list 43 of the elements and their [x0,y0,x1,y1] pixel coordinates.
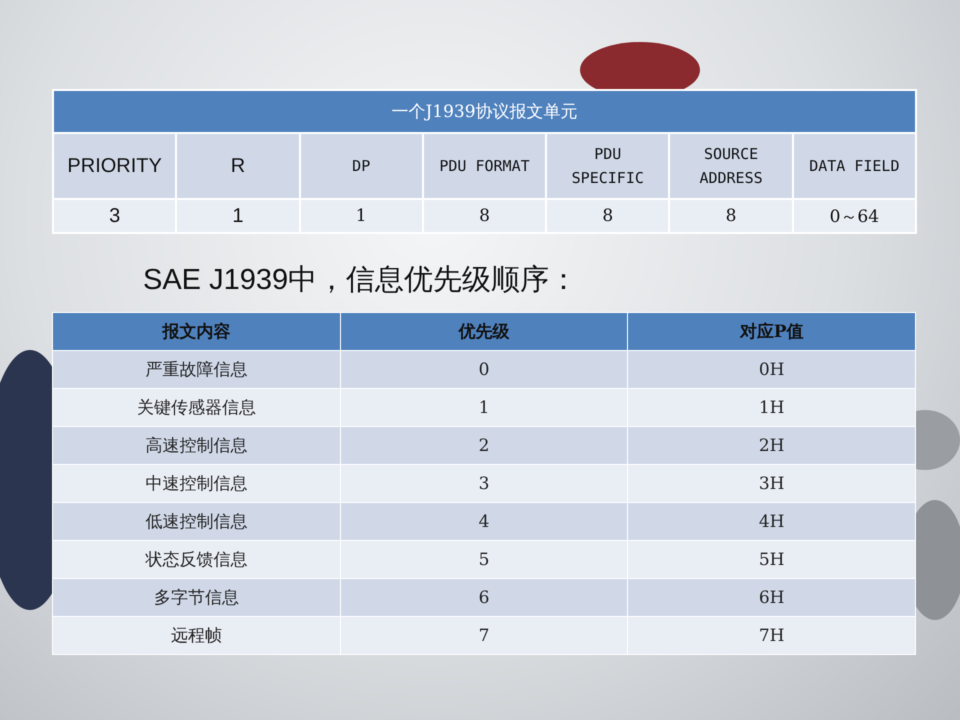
table-cell: 8 [669,199,793,233]
table-cell: 4 [340,502,628,540]
table-cell: 8 [422,199,546,233]
table-cell: 0 [340,350,628,388]
table-cell: 7H [628,616,916,654]
column-header: PDU FORMAT [422,133,546,199]
table-cell: 1H [628,388,916,426]
table-cell: 5 [340,540,628,578]
table-cell: 4H [628,502,916,540]
table-cell: 高速控制信息 [52,426,340,464]
table-cell: 6H [628,578,916,616]
slide-heading: SAE J1939中，信息优先级顺序： [143,264,578,296]
table-cell: 5H [628,540,916,578]
column-header: PRIORITY [53,133,176,199]
table-cell: 关键传感器信息 [52,388,340,426]
table-cell: 0H [628,350,916,388]
table-cell: 状态反馈信息 [52,540,340,578]
table-cell: 7 [340,616,628,654]
column-header: SOURCE ADDRESS [669,133,793,199]
table-cell: 中速控制信息 [52,464,340,502]
table-cell: 0～64 [792,199,916,233]
table-cell: 1 [300,199,423,233]
column-header: PDU SPECIFIC [546,133,670,199]
table-cell: 1 [340,388,628,426]
table-cell: 2H [628,426,916,464]
column-header: 优先级 [340,312,628,350]
table-cell: 严重故障信息 [52,350,340,388]
table-cell: 1 [176,199,300,233]
table-title: 一个J1939协议报文单元 [53,90,916,133]
table-cell: 3 [340,464,628,502]
column-header: R [176,133,300,199]
table-cell: 远程帧 [52,616,340,654]
table-cell: 6 [340,578,628,616]
column-header: DP [300,133,423,199]
table-cell: 2 [340,426,628,464]
table-cell: 多字节信息 [52,578,340,616]
column-header: 对应P值 [628,312,916,350]
column-header: 报文内容 [52,312,340,350]
table-cell: 8 [546,199,670,233]
table-cell: 3H [628,464,916,502]
table-cell: 低速控制信息 [52,502,340,540]
table-cell: 3 [53,199,176,233]
column-header: DATA FIELD [792,133,916,199]
